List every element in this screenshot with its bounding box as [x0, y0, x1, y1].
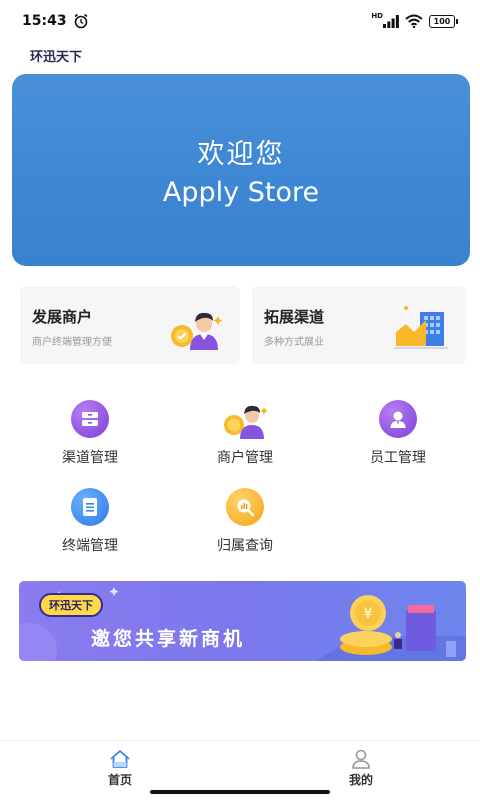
alarm-icon — [74, 13, 88, 29]
menu-staff-management[interactable]: 员工管理 — [343, 400, 453, 467]
search-chart-icon — [226, 488, 264, 526]
tab-home[interactable]: 首页 — [80, 749, 160, 788]
user-icon — [352, 749, 370, 769]
wifi-icon — [405, 14, 423, 28]
menu-channel-management[interactable]: 渠道管理 — [35, 400, 145, 467]
card-subtitle: 商户终端管理方便 — [32, 337, 112, 348]
battery-level: 100 — [429, 14, 455, 28]
menu-label: 终端管理 — [62, 538, 118, 554]
app-title: 环迅天下 — [30, 50, 83, 65]
document-icon — [71, 488, 109, 526]
menu-label: 商户管理 — [217, 450, 273, 466]
promo-badge: 环迅天下 — [39, 593, 103, 617]
banner-store-name: Apply Store — [162, 177, 320, 208]
card-expand-channel[interactable]: 拓展渠道 多种方式展业 — [252, 286, 466, 364]
status-time: 15:43 — [22, 13, 67, 29]
signal-icon — [383, 14, 399, 28]
tab-label: 首页 — [107, 773, 132, 787]
promo-text: 邀您共享新商机 — [91, 628, 246, 650]
tab-label: 我的 — [348, 773, 373, 787]
battery-icon: 100 — [429, 14, 458, 28]
menu-label: 渠道管理 — [62, 450, 118, 466]
merchant-person-icon — [221, 400, 269, 439]
banner-welcome-text: 欢迎您 — [197, 139, 285, 170]
home-indicator — [150, 790, 330, 794]
card-title: 发展商户 — [32, 308, 93, 326]
card-subtitle: 多种方式展业 — [264, 337, 324, 348]
status-icons: HD 100 — [371, 12, 458, 28]
menu-label: 员工管理 — [370, 450, 426, 466]
home-icon — [110, 750, 130, 768]
network-type: HD — [371, 12, 383, 20]
user-icon — [379, 400, 417, 438]
status-bar: 15:43 HD 100 — [0, 0, 480, 42]
menu-merchant-management[interactable]: 商户管理 — [190, 400, 300, 467]
menu-terminal-management[interactable]: 终端管理 — [35, 488, 145, 555]
welcome-banner[interactable]: 欢迎您 Apply Store — [12, 74, 470, 266]
tab-mine[interactable]: 我的 — [321, 749, 401, 788]
menu-label: 归属查询 — [217, 538, 273, 554]
building-chart-icon — [394, 306, 448, 349]
coin-building-illustration: ¥ — [316, 595, 466, 661]
card-develop-merchant[interactable]: 发展商户 商户终端管理方便 — [20, 286, 240, 364]
merchant-person-icon — [171, 312, 223, 350]
card-title: 拓展渠道 — [264, 308, 325, 326]
promo-banner[interactable]: 环迅天下 邀您共享新商机 ¥ — [19, 581, 466, 661]
svg-text:¥: ¥ — [364, 606, 373, 622]
menu-attribution-query[interactable]: 归属查询 — [190, 488, 300, 555]
folder-icon — [71, 400, 109, 438]
